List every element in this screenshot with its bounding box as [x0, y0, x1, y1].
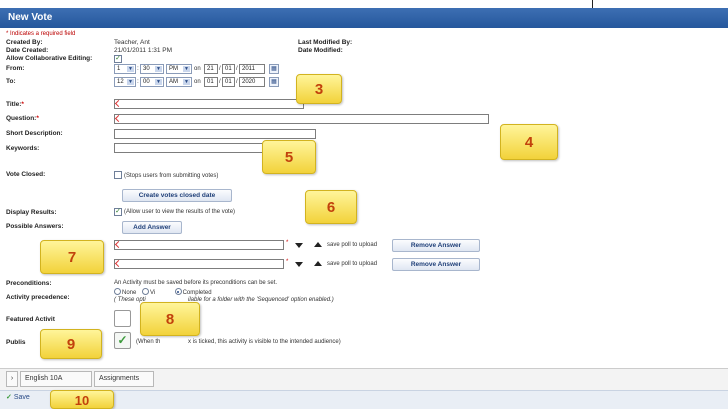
from-label: From:: [6, 65, 25, 72]
title-label: Title:*: [6, 101, 24, 108]
to-year-input[interactable]: 2020: [239, 77, 265, 87]
question-input[interactable]: [114, 114, 489, 124]
callout-6: 6: [305, 190, 357, 224]
to-on-text: on: [194, 79, 201, 85]
date-modified-label: Date Modified:: [298, 47, 343, 54]
radio-none-label: None: [122, 290, 137, 296]
check-icon: ✓: [6, 394, 12, 401]
featured-activity-checkbox[interactable]: [114, 310, 131, 327]
created-by-label: Created By:: [6, 39, 43, 46]
tab-course[interactable]: English 10A: [20, 371, 92, 387]
short-description-label: Short Description:: [6, 130, 63, 137]
to-hour-select[interactable]: 12 ▼: [114, 77, 136, 87]
to-month-input[interactable]: 01: [222, 77, 235, 87]
remove-answer-button-2[interactable]: Remove Answer: [392, 258, 480, 271]
publish-note-start: (When th: [136, 339, 161, 345]
publish-checkbox[interactable]: ✓: [114, 332, 131, 349]
move-down-icon[interactable]: [295, 262, 303, 267]
vote-closed-label: Vote Closed:: [6, 171, 46, 178]
save-label: Save: [13, 394, 30, 401]
callout-10: 10: [50, 390, 114, 409]
add-answer-button[interactable]: Add Answer: [122, 221, 182, 234]
remove-answer-button-1[interactable]: Remove Answer: [392, 239, 480, 252]
callout-8: 8: [140, 302, 200, 336]
from-calendar-icon[interactable]: ▦: [269, 64, 279, 74]
to-ampm-select[interactable]: AM ▼: [166, 77, 192, 87]
radio-viewed-label: Vi: [150, 290, 156, 296]
featured-activity-label: Featured Activit: [6, 316, 55, 323]
date-created-value: 21/01/2011 1:31 PM: [114, 47, 173, 54]
display-results-label: Display Results:: [6, 209, 57, 216]
to-minute-select[interactable]: 00 ▼: [140, 77, 164, 87]
title-input[interactable]: [114, 99, 304, 109]
collab-editing-checkbox[interactable]: ✓: [114, 55, 122, 63]
activity-precedence-label: Activity precedence:: [6, 294, 70, 301]
callout-3: 3: [296, 74, 342, 104]
preconditions-label: Preconditions:: [6, 280, 52, 287]
to-label: To:: [6, 78, 16, 85]
from-minute-select[interactable]: 30 ▼: [140, 64, 164, 74]
publish-label: Publis: [6, 339, 26, 346]
tab-assignments[interactable]: Assignments: [94, 371, 154, 387]
vote-closed-checkbox[interactable]: [114, 171, 122, 179]
expand-arrow-icon[interactable]: ›: [6, 371, 18, 387]
collab-editing-label: Allow Collaborative Editing:: [6, 55, 93, 62]
from-on-text: on: [194, 66, 201, 72]
move-up-icon[interactable]: [314, 242, 322, 247]
from-ampm-select[interactable]: PM ▼: [166, 64, 192, 74]
last-modified-by-label: Last Modified By:: [298, 39, 353, 46]
save-poll-text-2: save poll to upload: [327, 261, 378, 267]
top-strip: [0, 0, 728, 8]
precedence-radio-group: None Vi Completed: [114, 288, 212, 296]
move-down-icon[interactable]: [295, 243, 303, 248]
callout-5: 5: [262, 140, 316, 174]
radio-completed[interactable]: [174, 288, 182, 295]
window-title: New Vote: [0, 8, 728, 28]
from-day-input[interactable]: 21: [204, 64, 218, 74]
preconditions-note: An Activity must be saved before its pre…: [114, 280, 278, 286]
display-results-checkbox[interactable]: ✓: [114, 208, 122, 216]
radio-none[interactable]: [114, 288, 121, 295]
from-month-input[interactable]: 01: [222, 64, 235, 74]
radio-viewed[interactable]: [142, 288, 150, 295]
radio-completed-label: Completed: [182, 290, 212, 296]
precedence-note-end: ilable for a folder with the 'Sequenced'…: [188, 297, 334, 303]
answer-input-2[interactable]: [114, 259, 284, 269]
callout-4: 4: [500, 124, 558, 160]
to-calendar-icon[interactable]: ▦: [269, 77, 279, 87]
question-label: Question:*: [6, 115, 39, 122]
answer-input-1[interactable]: [114, 240, 284, 250]
short-description-input[interactable]: [114, 129, 316, 139]
date-created-label: Date Created:: [6, 47, 49, 54]
move-up-icon[interactable]: [314, 261, 322, 266]
possible-answers-label: Possible Answers:: [6, 223, 64, 230]
to-day-input[interactable]: 01: [204, 77, 218, 87]
save-button[interactable]: ✓ Save: [6, 393, 30, 401]
callout-9: 9: [40, 329, 102, 359]
created-by-value: Teacher, Ant: [114, 39, 150, 46]
from-year-input[interactable]: 2011: [239, 64, 265, 74]
display-results-note: (Allow user to view the results of the v…: [124, 209, 236, 215]
publish-note-end: x is ticked, this activity is visible to…: [188, 339, 341, 345]
required-note: * Indicates a required field: [6, 31, 76, 37]
callout-7: 7: [40, 240, 104, 274]
from-hour-select[interactable]: 1 ▼: [114, 64, 136, 74]
vote-closed-note: (Stops users from submitting votes): [124, 173, 219, 179]
create-votes-closed-date-button[interactable]: Create votes closed date: [122, 189, 232, 202]
save-poll-text-1: save poll to upload: [327, 242, 378, 248]
keywords-label: Keywords:: [6, 145, 40, 152]
